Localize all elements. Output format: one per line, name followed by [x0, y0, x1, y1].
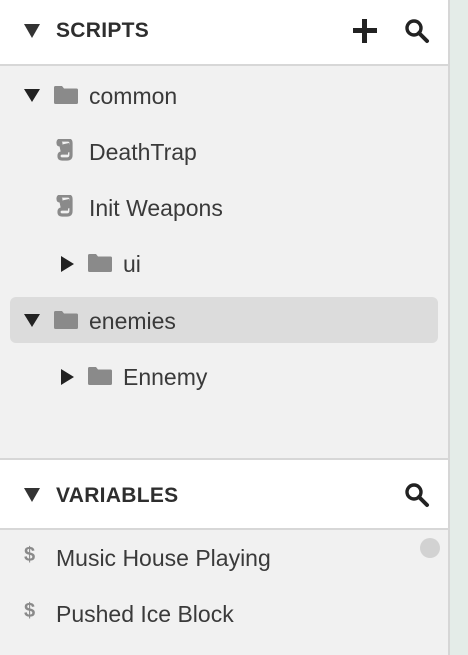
collapsed-triangle-icon[interactable]: [61, 369, 74, 385]
tree-folder-common[interactable]: common: [10, 73, 438, 119]
variable-item[interactable]: $ Pushed Ice Block: [0, 592, 448, 642]
tree-item-label: enemies: [89, 308, 176, 334]
variable-label: Music House Playing: [56, 545, 271, 571]
collapse-triangle-icon[interactable]: [24, 24, 40, 38]
tree-item-label: common: [89, 83, 178, 109]
tree-item-label: ui: [123, 251, 141, 277]
dollar-icon: $: [24, 544, 36, 566]
scroll-indicator[interactable]: [420, 538, 440, 558]
add-script-button[interactable]: [352, 18, 378, 44]
tree-item-label: Init Weapons: [89, 195, 223, 221]
variable-label: Pushed Ice Block: [56, 601, 234, 627]
search-icon: [405, 19, 429, 43]
tree-folder-ennemy[interactable]: Ennemy: [10, 354, 438, 400]
expanded-triangle-icon[interactable]: [24, 89, 40, 102]
search-variables-button[interactable]: [404, 482, 430, 508]
tree-script-deathtrap[interactable]: DeathTrap: [10, 129, 438, 175]
folder-icon: [54, 311, 78, 329]
script-scroll-icon: [56, 139, 73, 161]
project-sidebar: SCRIPTS common DeathTrap Init Weapons ui…: [0, 0, 450, 655]
tree-item-label: DeathTrap: [89, 139, 197, 165]
search-icon: [405, 483, 429, 507]
folder-icon: [88, 254, 112, 272]
dollar-icon: $: [24, 600, 36, 622]
tree-script-init-weapons[interactable]: Init Weapons: [10, 185, 438, 231]
search-scripts-button[interactable]: [404, 18, 430, 44]
tree-folder-ui[interactable]: ui: [10, 241, 438, 287]
collapse-triangle-icon[interactable]: [24, 488, 40, 502]
scripts-section-header[interactable]: SCRIPTS: [0, 0, 448, 66]
tree-folder-enemies[interactable]: enemies: [10, 297, 438, 343]
folder-icon: [88, 367, 112, 385]
editor-edge: [450, 0, 468, 655]
expanded-triangle-icon[interactable]: [24, 314, 40, 327]
script-scroll-icon: [56, 195, 73, 217]
tree-item-label: Ennemy: [123, 364, 208, 390]
scripts-title: SCRIPTS: [56, 19, 150, 42]
variable-item[interactable]: $ Music House Playing: [0, 536, 448, 586]
collapsed-triangle-icon[interactable]: [61, 256, 74, 272]
variables-title: VARIABLES: [56, 484, 179, 507]
variables-section-header[interactable]: VARIABLES: [0, 458, 448, 530]
folder-icon: [54, 86, 78, 104]
